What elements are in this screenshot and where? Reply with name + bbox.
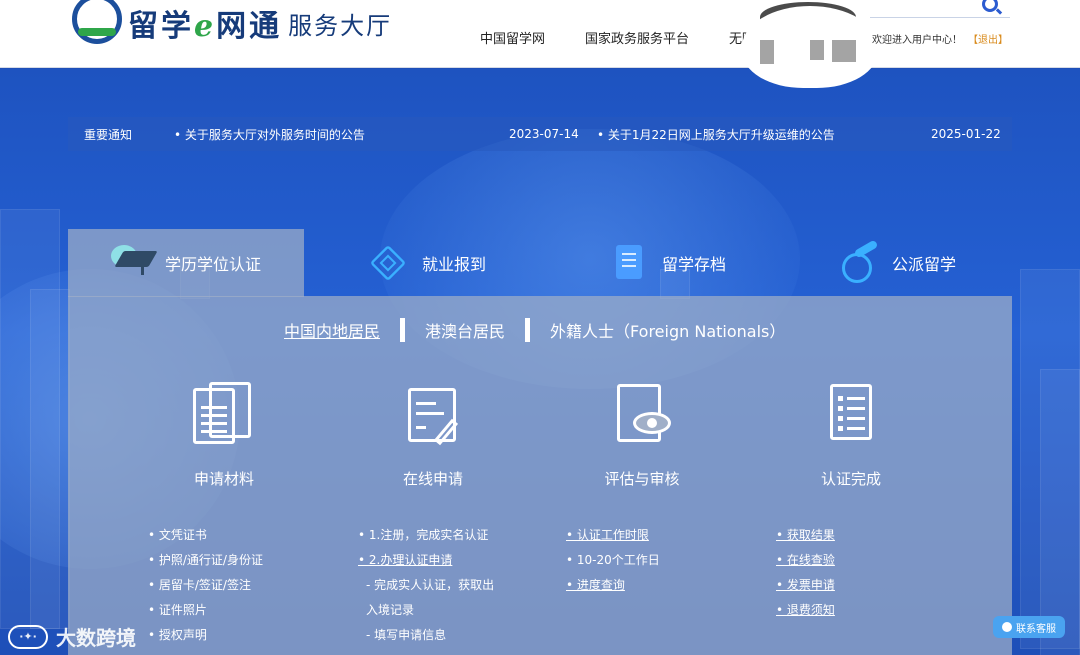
refund-link[interactable]: • 退费须知	[776, 598, 835, 623]
watermark: ·✦· 大数跨境	[8, 622, 136, 651]
logo-subtitle: 服务大厅	[288, 11, 393, 40]
divider	[525, 318, 531, 342]
notice-item[interactable]: • 关于1月22日网上服务大厅升级运维的公告	[597, 126, 835, 143]
apply-list: • 1.注册，完成实名认证 • 2.办理认证申请 - 完成实人认证，获取出 入境…	[358, 523, 494, 648]
online-verify-link[interactable]: • 在线查验	[776, 548, 835, 573]
subtab-hk-macao-taiwan[interactable]: 港澳台居民	[425, 318, 505, 342]
site-logo[interactable]: 留学e网通 服务大厅	[70, 0, 392, 46]
tab-archive[interactable]: 留学存档	[608, 229, 726, 297]
list-item: • 授权声明	[148, 628, 207, 642]
list-item: • 10-20个工作日	[566, 553, 660, 567]
step-materials: 申请材料	[164, 382, 284, 489]
nav-cscse[interactable]: 中国留学网	[480, 28, 545, 47]
residency-tabs: 中国内地居民 港澳台居民 外籍人士（Foreign Nationals）	[284, 318, 785, 342]
step-label: 申请材料	[193, 470, 254, 488]
step-label: 认证完成	[820, 470, 881, 488]
tab-employment-report[interactable]: 就业报到	[368, 229, 486, 297]
materials-list: • 文凭证书 • 护照/通行证/身份证 • 居留卡/签证/签注 • 证件照片 •…	[148, 523, 263, 648]
service-tabs: 学历学位认证 就业报到 留学存档 公派留学	[68, 229, 1012, 297]
notice-item[interactable]: • 关于服务大厅对外服务时间的公告	[174, 126, 365, 143]
subtab-mainland[interactable]: 中国内地居民	[284, 318, 380, 342]
list-item: • 护照/通行证/身份证	[148, 553, 263, 567]
file-eye-icon	[607, 382, 677, 452]
tab-label: 公派留学	[892, 255, 957, 274]
notice-date: 2025-01-22	[931, 127, 1001, 141]
complete-list: • 获取结果 • 在线查验 • 发票申请 • 退费须知	[776, 523, 835, 623]
document-icon	[608, 245, 648, 281]
logout-link[interactable]: 【退出】	[968, 31, 1008, 46]
service-label: 联系客服	[1016, 623, 1056, 635]
progress-query-link[interactable]: • 进度查询	[566, 573, 660, 598]
divider	[400, 318, 406, 342]
time-limit-link[interactable]: • 认证工作时限	[566, 523, 660, 548]
list-item: - 完成实人认证，获取出	[366, 578, 495, 592]
tab-label: 学历学位认证	[164, 255, 261, 274]
list-item: • 文凭证书	[148, 528, 207, 542]
notice-date: 2023-07-14	[509, 127, 579, 141]
step-review: 评估与审核	[582, 382, 702, 489]
logo-title: 留学e网通	[128, 9, 283, 44]
tab-label: 就业报到	[422, 255, 487, 274]
list-item: • 居留卡/签证/签注	[148, 578, 251, 592]
tab-degree-verification[interactable]: 学历学位认证	[68, 229, 304, 297]
watermark-text: 大数跨境	[56, 626, 136, 650]
invoice-link[interactable]: • 发票申请	[776, 573, 835, 598]
documents-icon	[189, 382, 259, 452]
chat-icon	[1002, 622, 1012, 632]
globe-plane-icon	[838, 239, 879, 283]
list-item: • 证件照片	[148, 603, 207, 617]
welcome-text: 欢迎进入用户中心！	[872, 35, 962, 46]
content-panel: 中国内地居民 港澳台居民 外籍人士（Foreign Nationals） 申请材…	[68, 296, 1012, 655]
review-list: • 认证工作时限 • 10-20个工作日 • 进度查询	[566, 523, 660, 598]
step-online-apply: 在线申请	[373, 382, 493, 489]
apply-link[interactable]: • 2.办理认证申请	[358, 548, 494, 573]
graduation-cap-icon	[110, 245, 158, 281]
site-header: 留学e网通 服务大厅 中国留学网 国家政务服务平台 无障碍 欢迎进入用户中心！ …	[0, 0, 1080, 88]
notice-label: 重要通知	[84, 127, 133, 142]
tab-label: 留学存档	[662, 255, 727, 274]
contact-service-button[interactable]: 联系客服	[993, 616, 1065, 638]
nav-gov-platform[interactable]: 国家政务服务平台	[585, 28, 689, 47]
step-complete: 认证完成	[791, 382, 911, 489]
checklist-icon	[816, 382, 886, 452]
step-label: 在线申请	[402, 470, 463, 488]
list-item: 入境记录	[366, 603, 415, 617]
tab-government-study[interactable]: 公派留学	[838, 229, 956, 297]
step-label: 评估与审核	[604, 470, 680, 488]
cube-icon	[368, 244, 408, 282]
subtab-foreign[interactable]: 外籍人士（Foreign Nationals）	[550, 318, 785, 342]
notice-bar: 重要通知 • 关于服务大厅对外服务时间的公告 2023-07-14 • 关于1月…	[68, 117, 1012, 151]
watermark-logo-icon: ·✦·	[8, 624, 48, 649]
list-item: - 填写申请信息	[366, 628, 447, 642]
search-icon[interactable]	[982, 0, 998, 12]
get-result-link[interactable]: • 获取结果	[776, 523, 835, 548]
logo-mark-icon	[70, 0, 124, 46]
redaction-mark	[742, 6, 878, 88]
list-item: • 1.注册，完成实名认证	[358, 528, 489, 542]
form-edit-icon	[398, 382, 468, 452]
